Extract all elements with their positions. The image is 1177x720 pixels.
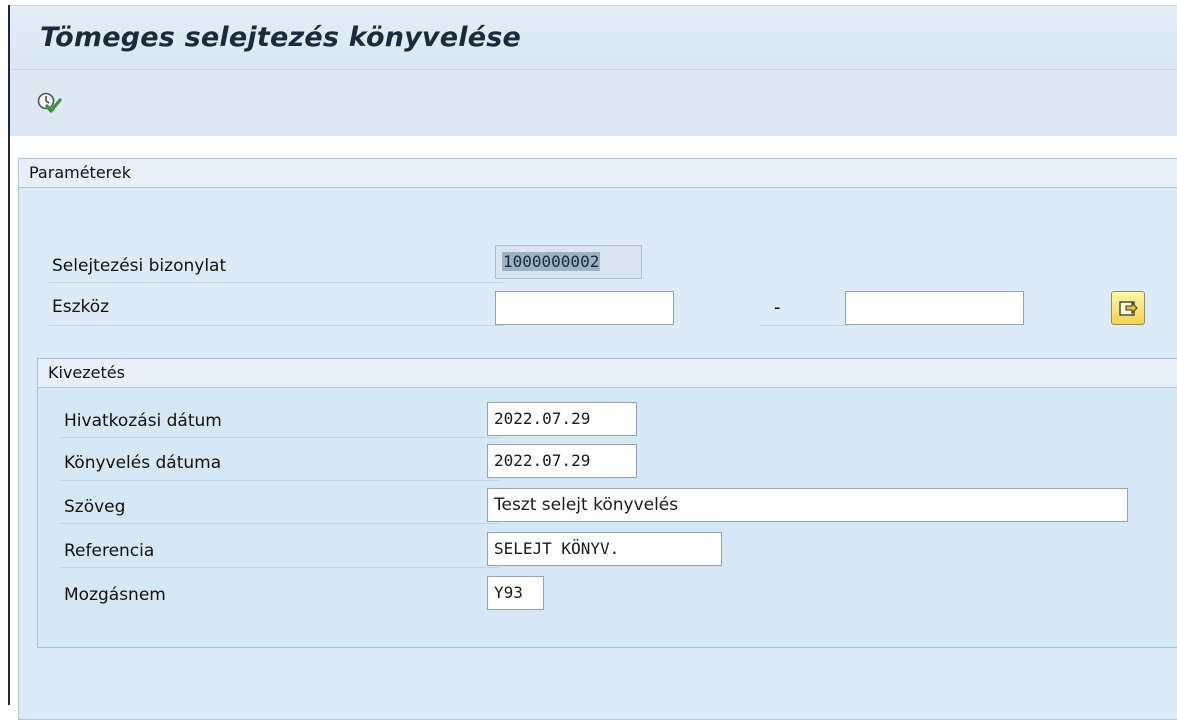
title-bar: Tömeges selejtezés könyvelése (10, 5, 1177, 70)
text-label: Szöveg (64, 497, 126, 517)
reference-date-label: Hivatkozási dátum (64, 411, 222, 431)
parameters-group-header: Paraméterek (19, 159, 1177, 188)
range-separator: - (774, 297, 781, 318)
reference-label: Referencia (64, 541, 155, 561)
movement-type-input[interactable]: Y93 (487, 576, 544, 610)
row-divider (759, 325, 849, 326)
application-toolbar (10, 69, 1177, 137)
exit-group: Kivezetés Hivatkozási dátum 2022.07.29 K… (37, 358, 1177, 648)
sap-window: Tömeges selejtezés könyvelése Paramétere… (8, 5, 1177, 720)
document-label: Selejtezési bizonylat (52, 256, 227, 276)
reference-date-input[interactable]: 2022.07.29 (487, 402, 637, 436)
posting-date-input[interactable]: 2022.07.29 (487, 444, 637, 478)
document-field[interactable]: 1000000002 (495, 245, 642, 279)
reference-input[interactable]: SELEJT KÖNYV. (487, 532, 722, 566)
asset-label: Eszköz (52, 297, 110, 317)
movement-type-label: Mozgásnem (64, 585, 166, 605)
row-divider (60, 523, 500, 524)
execute-button[interactable] (36, 90, 62, 116)
exit-group-header: Kivezetés (38, 359, 1177, 388)
row-divider (60, 437, 500, 438)
multiple-selection-button[interactable] (1111, 291, 1145, 325)
text-input[interactable]: Teszt selejt könyvelés (487, 488, 1128, 522)
row-divider (60, 567, 500, 568)
execute-icon (37, 92, 62, 113)
asset-to-input[interactable] (845, 291, 1024, 325)
selection-screen: Paraméterek Selejtezési bizonylat 100000… (10, 136, 1177, 720)
document-value: 1000000002 (502, 252, 601, 271)
page-title: Tömeges selejtezés könyvelése (40, 22, 521, 53)
posting-date-label: Könyvelés dátuma (64, 453, 222, 473)
asset-from-input[interactable] (495, 291, 674, 325)
row-divider (60, 480, 500, 481)
row-divider (49, 325, 504, 326)
multiple-selection-icon (1119, 301, 1138, 316)
row-divider (49, 282, 504, 283)
